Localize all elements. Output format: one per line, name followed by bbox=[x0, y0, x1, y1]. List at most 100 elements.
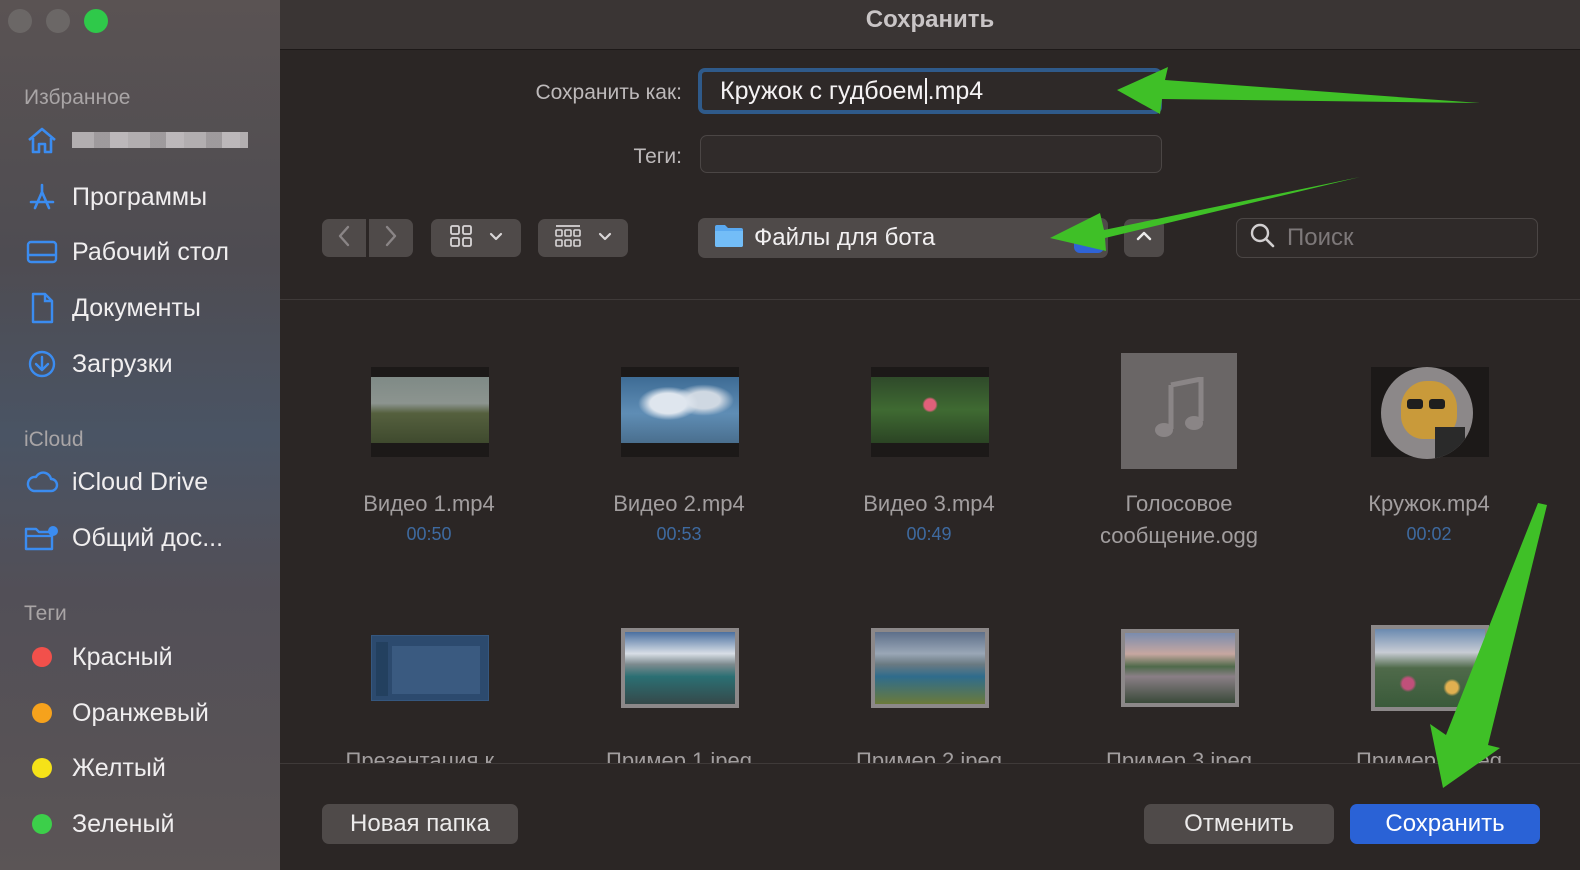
expand-collapse-button[interactable] bbox=[1124, 219, 1164, 257]
file-browser: Видео 1.mp4 00:50 Видео 2.mp4 00:53 Виде… bbox=[280, 301, 1580, 763]
main-panel: Сохранить как: Кружок с гудбоем .mp4 Теги… bbox=[280, 50, 1580, 870]
video-thumbnail bbox=[871, 367, 989, 457]
sidebar-item-icloud-drive[interactable]: iCloud Drive bbox=[24, 462, 208, 502]
cloud-icon bbox=[24, 464, 60, 500]
chevron-right-icon bbox=[384, 224, 398, 253]
group-view-button[interactable] bbox=[538, 219, 628, 257]
file-name: Пример 4.jpeg bbox=[1356, 748, 1502, 763]
forward-button[interactable] bbox=[369, 219, 413, 257]
save-as-input[interactable]: Кружок с гудбоем .mp4 bbox=[698, 68, 1162, 114]
sidebar-tag-green[interactable]: Зеленый bbox=[24, 804, 174, 844]
sidebar-item-label: Документы bbox=[72, 293, 201, 322]
search-icon bbox=[1249, 222, 1275, 255]
sidebar-item-label: Оранжевый bbox=[72, 698, 209, 727]
sidebar-item-desktop[interactable]: Рабочий стол bbox=[24, 232, 229, 272]
document-icon bbox=[24, 290, 60, 326]
sidebar-item-label: Программы bbox=[72, 182, 208, 211]
file-name: Видео 3.mp4 bbox=[863, 491, 995, 516]
presentation-thumbnail bbox=[371, 635, 489, 701]
file-name: Кружок.mp4 bbox=[1368, 491, 1490, 516]
applications-icon bbox=[24, 179, 60, 215]
file-duration: 00:02 bbox=[1406, 524, 1452, 544]
folder-icon bbox=[714, 222, 744, 255]
back-button[interactable] bbox=[322, 219, 366, 257]
file-duration: 00:53 bbox=[656, 524, 702, 544]
sidebar-item-label: Рабочий стол bbox=[72, 237, 229, 266]
toolbar-divider bbox=[280, 299, 1580, 300]
file-name-line1: Голосовое bbox=[1125, 491, 1233, 516]
image-thumbnail bbox=[1121, 629, 1239, 707]
file-duration: 00:49 bbox=[906, 524, 952, 544]
sidebar-tag-yellow[interactable]: Желтый bbox=[24, 748, 166, 788]
downloads-icon bbox=[24, 346, 60, 382]
current-folder-label: Файлы для бота bbox=[754, 224, 936, 251]
file-name: Пример 1.jpeg bbox=[606, 748, 752, 763]
file-name: Видео 1.mp4 bbox=[363, 491, 495, 516]
image-thumbnail bbox=[1371, 625, 1489, 711]
green-tag-dot-icon bbox=[32, 814, 52, 834]
music-note-icon bbox=[1151, 375, 1207, 446]
sidebar-item-label: Общий дос... bbox=[72, 523, 224, 552]
zoom-window-button[interactable] bbox=[84, 9, 108, 33]
sidebar-item-home[interactable] bbox=[24, 120, 248, 160]
group-view-icon bbox=[554, 223, 582, 254]
image-thumbnail bbox=[871, 628, 989, 708]
sidebar-item-downloads[interactable]: Загрузки bbox=[24, 344, 173, 384]
home-icon bbox=[24, 122, 60, 158]
file-duration: 00:50 bbox=[406, 524, 452, 544]
video-thumbnail bbox=[371, 367, 489, 457]
popup-stepper bbox=[1074, 225, 1104, 253]
file-name: Презентация к... bbox=[345, 748, 513, 763]
search-placeholder: Поиск bbox=[1287, 224, 1354, 251]
sidebar-item-label: Желтый bbox=[72, 753, 166, 782]
sidebar-tag-orange[interactable]: Оранжевый bbox=[24, 693, 209, 733]
sidebar-item-label: Загрузки bbox=[72, 349, 173, 378]
minimize-window-button[interactable] bbox=[46, 9, 70, 33]
dialog-title: Сохранить bbox=[865, 6, 995, 33]
favorites-header: Избранное bbox=[24, 86, 131, 109]
sidebar-item-documents[interactable]: Документы bbox=[24, 288, 201, 328]
save-as-text-after-cursor: .mp4 bbox=[927, 76, 984, 105]
chevron-down-icon bbox=[598, 229, 612, 247]
sidebar-item-shared[interactable]: Общий дос... bbox=[24, 518, 223, 558]
grid-view-icon bbox=[449, 224, 473, 253]
save-as-label: Сохранить как: bbox=[535, 81, 682, 104]
sidebar-item-label: Зеленый bbox=[72, 809, 175, 838]
save-button[interactable]: Сохранить bbox=[1350, 804, 1540, 844]
tags-header: Теги bbox=[24, 602, 67, 625]
shared-folder-icon bbox=[24, 520, 60, 556]
sidebar-item-label: Красный bbox=[72, 642, 173, 671]
sidebar-item-label-redacted bbox=[72, 132, 248, 148]
sidebar-tag-red[interactable]: Красный bbox=[24, 637, 173, 677]
footer-divider bbox=[280, 763, 1580, 764]
sidebar: Избранное Программы Рабочий стол Докумен… bbox=[0, 0, 280, 870]
chevron-up-down-icon bbox=[1082, 225, 1096, 253]
icon-view-button[interactable] bbox=[431, 219, 521, 257]
window-controls bbox=[8, 9, 108, 33]
text-cursor bbox=[924, 78, 927, 104]
chevron-left-icon bbox=[337, 224, 351, 253]
chevron-down-icon bbox=[489, 229, 503, 247]
save-dialog-window: Избранное Программы Рабочий стол Докумен… bbox=[0, 0, 1580, 870]
red-tag-dot-icon bbox=[32, 647, 52, 667]
icloud-header: iCloud bbox=[24, 428, 84, 451]
video-thumbnail bbox=[1371, 367, 1489, 459]
sidebar-item-applications[interactable]: Программы bbox=[24, 177, 207, 217]
location-popup-button[interactable]: Файлы для бота bbox=[698, 218, 1108, 258]
file-name: Видео 2.mp4 bbox=[613, 491, 745, 516]
image-thumbnail bbox=[621, 628, 739, 708]
search-field[interactable]: Поиск bbox=[1236, 218, 1538, 258]
file-name-line2: сообщение.ogg bbox=[1100, 523, 1258, 548]
desktop-icon bbox=[24, 234, 60, 270]
chevron-up-icon bbox=[1136, 229, 1152, 247]
tags-label: Теги: bbox=[633, 145, 682, 168]
file-name: Пример 2.jpeg bbox=[856, 748, 1002, 763]
tags-input[interactable] bbox=[700, 135, 1162, 173]
cancel-button[interactable]: Отменить bbox=[1144, 804, 1334, 844]
orange-tag-dot-icon bbox=[32, 703, 52, 723]
sidebar-item-label: iCloud Drive bbox=[72, 467, 209, 496]
audio-thumbnail bbox=[1121, 353, 1237, 469]
new-folder-button[interactable]: Новая папка bbox=[322, 804, 518, 844]
file-name: Пример 3.jpeg bbox=[1106, 748, 1252, 763]
close-window-button[interactable] bbox=[8, 9, 32, 33]
